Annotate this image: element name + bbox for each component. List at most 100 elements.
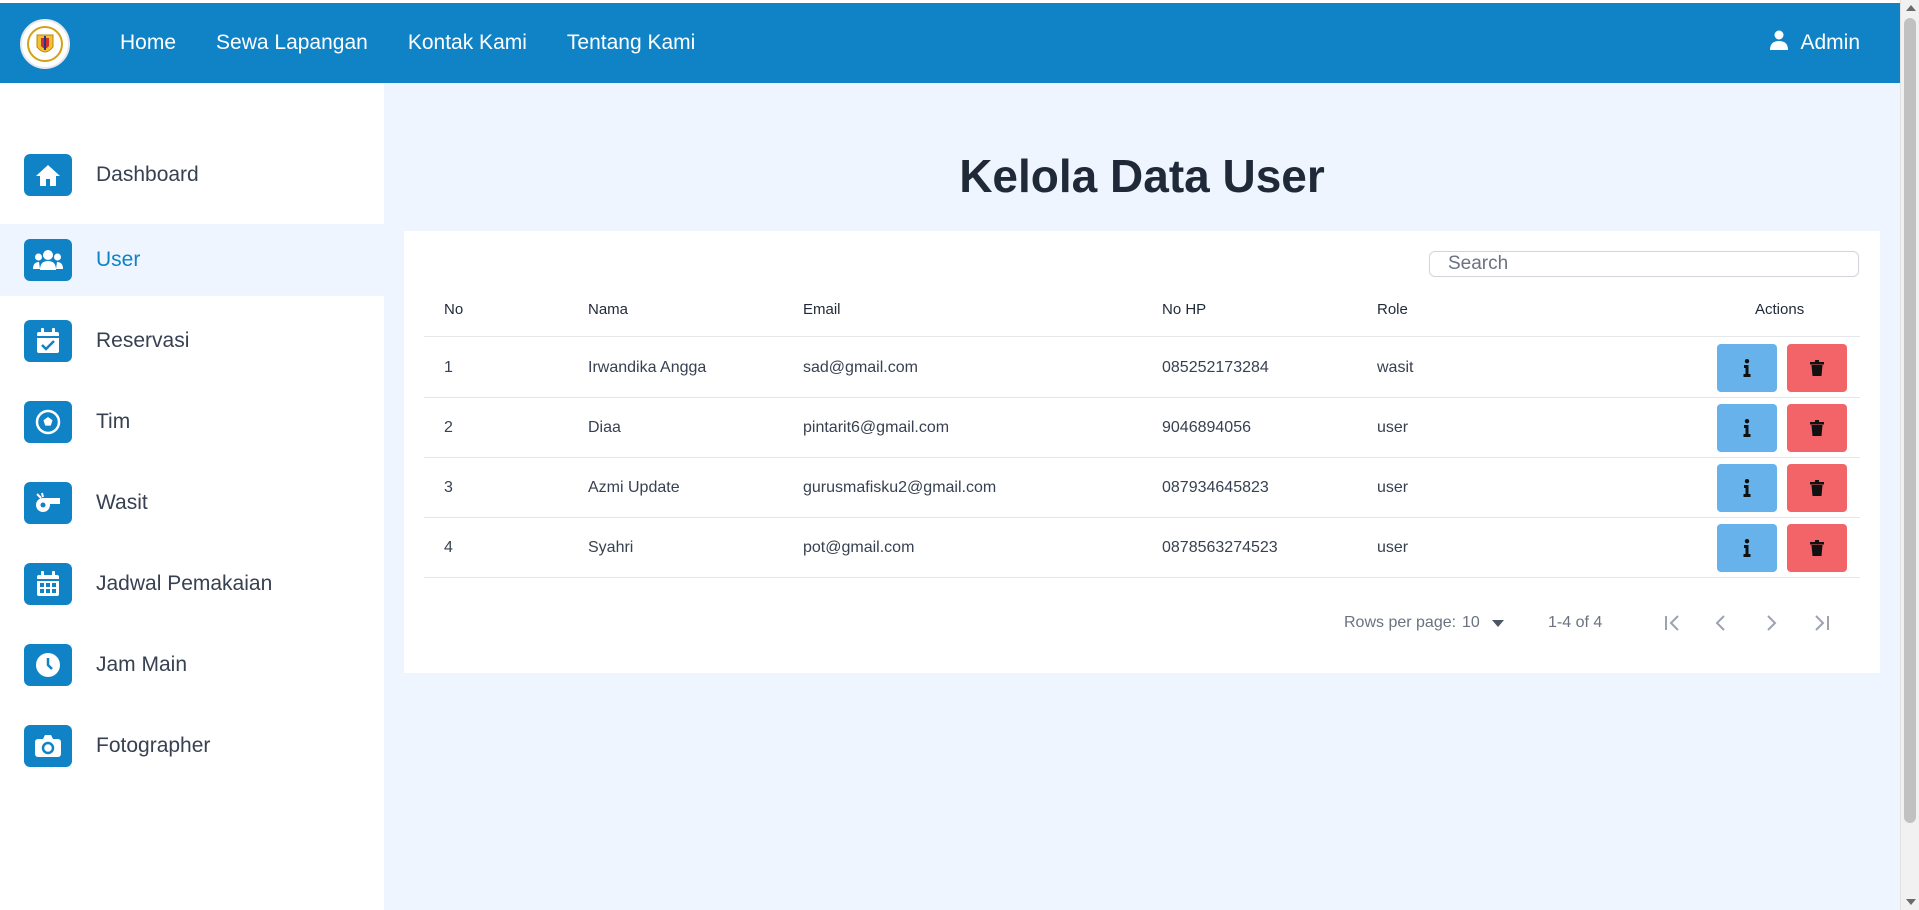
search-input[interactable] — [1429, 251, 1859, 277]
sidebar-item-fotographer[interactable]: Fotographer — [0, 710, 384, 782]
cell-role: user — [1377, 479, 1409, 496]
column-header-nama: Nama — [588, 300, 629, 318]
cell-no-hp: 0878563274523 — [1162, 539, 1278, 556]
delete-button[interactable] — [1787, 404, 1847, 452]
sidebar-item-label: User — [96, 248, 141, 271]
info-icon — [1743, 419, 1751, 437]
info-icon — [1743, 359, 1751, 377]
nav-kontak-kami[interactable]: Kontak Kami — [408, 31, 527, 55]
sidebar-item-label: Fotographer — [96, 734, 211, 757]
home-icon — [24, 154, 72, 196]
column-header-no: No — [444, 300, 464, 318]
page-title: Kelola Data User — [959, 150, 1325, 202]
sidebar-item-label: Jadwal Pemakaian — [96, 572, 273, 595]
sidebar-item-label: Reservasi — [96, 329, 190, 352]
trash-icon — [1810, 360, 1824, 376]
cell-role: user — [1377, 419, 1409, 436]
sidebar-item-reservasi[interactable]: Reservasi — [0, 305, 384, 377]
page-scrollbar[interactable] — [1900, 0, 1919, 910]
cell-no: 3 — [444, 479, 453, 496]
main-nav: Home Sewa Lapangan Kontak Kami Tentang K… — [120, 3, 695, 83]
whistle-icon — [24, 482, 72, 524]
table-row: 2 Diaa pintarit6@gmail.com 9046894056 us… — [424, 398, 1860, 458]
first-page-icon[interactable] — [1662, 603, 1682, 643]
info-button[interactable] — [1717, 344, 1777, 392]
scroll-thumb[interactable] — [1904, 18, 1916, 823]
trash-icon — [1810, 540, 1824, 556]
sidebar: Dashboard User Reservasi Tim Wasit Jadwa… — [0, 83, 384, 910]
user-name: Admin — [1800, 31, 1860, 54]
sidebar-item-label: Jam Main — [96, 653, 188, 676]
column-header-no-hp: No HP — [1162, 300, 1207, 318]
info-button[interactable] — [1717, 464, 1777, 512]
info-button[interactable] — [1717, 524, 1777, 572]
cell-role: user — [1377, 539, 1409, 556]
cell-email: gurusmafisku2@gmail.com — [803, 479, 997, 496]
cell-email: pintarit6@gmail.com — [803, 419, 950, 436]
sidebar-item-wasit[interactable]: Wasit — [0, 467, 384, 539]
cell-email: sad@gmail.com — [803, 359, 918, 376]
sidebar-item-tim[interactable]: Tim — [0, 386, 384, 458]
sidebar-item-label: Tim — [96, 410, 131, 433]
table-row: 4 Syahri pot@gmail.com 0878563274523 use… — [424, 518, 1860, 578]
previous-page-icon[interactable] — [1714, 603, 1728, 643]
main-content: Kelola Data User No Nama Email No HP Rol… — [384, 83, 1900, 910]
users-icon — [24, 239, 72, 281]
calendar-check-icon — [24, 320, 72, 362]
column-header-email: Email — [803, 300, 841, 318]
nav-sewa-lapangan[interactable]: Sewa Lapangan — [216, 31, 368, 55]
cell-no: 4 — [444, 539, 453, 556]
table-row: 1 Irwandika Angga sad@gmail.com 08525217… — [424, 338, 1860, 398]
column-header-role: Role — [1377, 300, 1408, 318]
clock-icon — [24, 644, 72, 686]
cell-no-hp: 9046894056 — [1162, 419, 1251, 436]
table-header: No Nama Email No HP Role Actions — [424, 281, 1860, 337]
scroll-down-icon[interactable] — [1906, 899, 1916, 905]
trash-icon — [1810, 480, 1824, 496]
pagination: Rows per page: 10 1-4 of 4 — [404, 603, 1880, 643]
sidebar-item-dashboard[interactable]: Dashboard — [0, 139, 384, 211]
delete-button[interactable] — [1787, 344, 1847, 392]
trash-icon — [1810, 420, 1824, 436]
delete-button[interactable] — [1787, 464, 1847, 512]
top-navbar: Home Sewa Lapangan Kontak Kami Tentang K… — [0, 3, 1900, 83]
cell-email: pot@gmail.com — [803, 539, 915, 556]
rows-per-page-select[interactable]: 10 — [1462, 603, 1504, 643]
sidebar-item-jam-main[interactable]: Jam Main — [0, 629, 384, 701]
cell-nama: Diaa — [588, 419, 621, 436]
soccer-ball-icon — [24, 401, 72, 443]
user-icon — [1770, 30, 1789, 56]
camera-icon — [24, 725, 72, 767]
cell-no: 2 — [444, 419, 453, 436]
sidebar-item-jadwal-pemakaian[interactable]: Jadwal Pemakaian — [0, 548, 384, 620]
info-icon — [1743, 539, 1751, 557]
cell-nama: Irwandika Angga — [588, 359, 707, 376]
table-row: 3 Azmi Update gurusmafisku2@gmail.com 08… — [424, 458, 1860, 518]
info-button[interactable] — [1717, 404, 1777, 452]
info-icon — [1743, 479, 1751, 497]
nav-home[interactable]: Home — [120, 31, 176, 55]
site-logo[interactable] — [20, 19, 70, 69]
sidebar-item-label: Dashboard — [96, 163, 199, 186]
cell-no-hp: 085252173284 — [1162, 359, 1269, 376]
cell-nama: Azmi Update — [588, 479, 680, 496]
cell-nama: Syahri — [588, 539, 634, 556]
cell-no: 1 — [444, 359, 453, 376]
next-page-icon[interactable] — [1764, 603, 1778, 643]
calendar-grid-icon — [24, 563, 72, 605]
user-table-card: No Nama Email No HP Role Actions 1 Irwan… — [404, 231, 1880, 673]
page: Home Sewa Lapangan Kontak Kami Tentang K… — [0, 0, 1900, 910]
last-page-icon[interactable] — [1812, 603, 1832, 643]
sidebar-item-label: Wasit — [96, 491, 148, 514]
column-header-actions: Actions — [1755, 300, 1805, 318]
chevron-down-icon — [1491, 614, 1504, 632]
cell-role: wasit — [1377, 359, 1414, 376]
rows-per-page-value: 10 — [1462, 614, 1480, 631]
user-menu[interactable]: Admin — [1770, 3, 1860, 83]
scroll-up-icon[interactable] — [1906, 5, 1916, 11]
cell-no-hp: 087934645823 — [1162, 479, 1269, 496]
nav-tentang-kami[interactable]: Tentang Kami — [567, 31, 695, 55]
delete-button[interactable] — [1787, 524, 1847, 572]
rows-per-page-label: Rows per page: — [1344, 614, 1457, 631]
sidebar-item-user[interactable]: User — [0, 224, 384, 296]
